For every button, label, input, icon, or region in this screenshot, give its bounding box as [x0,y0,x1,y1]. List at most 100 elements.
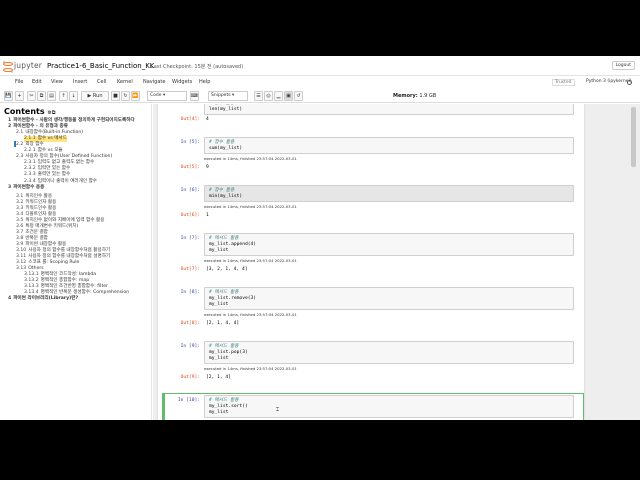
cell-output-prompt: Out[4]: [180,117,200,122]
toc-item-label: 스코프 룰: Scoping Rule [28,260,80,266]
toc-item-label: Others [28,266,44,272]
execution-time: executed in 14ms, finished 23:57:04 2022… [204,366,297,371]
cell-output: 4 [206,117,209,122]
toc-item-number: 3.13.4 [24,290,39,296]
toc-item-label: 파이썬 내장함수 활용 [25,241,67,247]
toc-item-label: 특정 매개변수 키워드(위치) [25,223,79,229]
add-cell-button[interactable]: + [15,91,24,101]
toc-item-label: 키워드인수 활용 [25,205,57,211]
toc-item-label: 파이썬 라이브러리(Library)란? [13,296,79,302]
toc-item-number: 2.1 [16,130,24,136]
toc-item-number: 3.13.1 [24,272,39,278]
menu-cell[interactable]: Cell [97,79,106,85]
menu-edit[interactable]: Edit [32,79,42,85]
code-line: my_list [209,356,229,361]
menu-view[interactable]: View [51,79,63,85]
toc-item-label: 명백적인 코드작성: lambda [40,272,97,278]
code-line: sum(my_list) [209,146,243,151]
toc-item-number: 3.8 [16,235,24,241]
toc-item-number: 2.3 [16,154,24,160]
menu-file[interactable]: File [15,79,23,85]
chart-icon[interactable]: ▁ [274,91,283,101]
toc-item-label: 디폴트인자 활용 [25,211,57,217]
toc-item-number: 3.2 [16,199,24,205]
menu-navigate[interactable]: Navigate [143,79,165,85]
code-cell-editor[interactable]: # 메서드 활용 my_list.sort() my_list [204,395,574,418]
toc-item-number: 3.12 [16,260,27,266]
cell-input-prompt: In [9]: [180,344,200,349]
toc-title: Contents ⚙⧉ [4,107,55,116]
cell-output-prompt: Out[9]: [180,375,200,380]
text-cursor-icon: ⌶ [276,407,280,413]
restart-run-icon[interactable]: ⏩ [131,91,140,101]
trusted-badge[interactable]: Trusted [552,79,575,86]
jupyter-logo-text[interactable]: jupyter [14,61,42,70]
logout-button[interactable]: Logout [611,61,635,70]
toc-item-label: 입력도 없고 출력도 없는 함수 [37,160,95,166]
code-cell-editor[interactable]: # 함수 활용 min(my_list) [204,185,574,202]
scrollbar-thumb[interactable] [631,107,636,167]
toc-item-label: 키워드인자 활용 [25,199,57,205]
toc-item[interactable]: 4 파이썬 라이브러리(Library)란? [8,296,78,302]
cell-output-prompt: Out[8]: [180,321,200,326]
move-up-icon[interactable]: ↑ [59,91,68,101]
code-cell-editor[interactable]: # 함수 활용 sum(my_list) [204,137,574,154]
copy-icon[interactable]: ⧉ [37,91,46,101]
toc-item-number: 3.7 [16,229,24,235]
cell-output: 1 [206,213,209,218]
toc-sidebar: Contents ⚙⧉ 1 파이썬함수 - 사람의 생각/행동을 정의하게 구현되… [0,104,152,420]
save-button[interactable]: 💾 [4,91,13,101]
toc-item-number: 2.3.2 [24,166,36,172]
paste-icon[interactable]: ▤ [47,91,56,101]
cell-type-select[interactable]: Code ▾ [147,91,187,101]
toc-item-number: 4 [8,296,12,302]
cut-icon[interactable]: ✂ [27,91,36,101]
toc-item-number: 3.9 [16,241,24,247]
toc-item-number: 2 [8,124,12,130]
menu-kernel[interactable]: Kernel [117,79,133,85]
toc-icon[interactable]: ☰ [254,91,263,101]
code-cell-editor[interactable]: # 메서드 활용 my_list.remove(3) my_list [204,287,574,310]
execution-time: executed in 14ms, finished 23:57:04 2022… [204,312,297,317]
kernel-name[interactable]: Python 3 (ipykernel) [586,79,631,84]
toc-item-label: 위치인수 없이와 지배이에 입력 함수 활용 [25,217,105,223]
toc-item-number: 2.3.4 [24,178,36,184]
checkpoint-status: Last Checkpoint: 15분 전 (autosaved) [151,64,244,70]
snippets-select[interactable]: Snippets ▾ [208,91,248,101]
keyboard-icon[interactable]: ⌨ [190,91,199,101]
notebook-page: # 함수 활용len(my_list) Out[4]: 4 In [5]: # 함수 활… [158,104,584,420]
history-icon[interactable]: ↺ [294,91,303,101]
run-button[interactable]: ▶ Run [81,91,109,101]
toc-item-number: 3.11 [16,254,27,260]
header-bar: jupyter Practice1-6_Basic_Function_KK La… [0,56,640,76]
code-cell-editor[interactable]: # 메서드 활용 my_list.pop(3) my_list [204,341,574,364]
cell-input-prompt: In [7]: [180,236,200,241]
toc-item-label: 출력만 있는 함수 [37,172,71,178]
variable-inspector-icon[interactable]: ◎ [264,91,273,101]
cell-output: [2, 1, 4, 4] [206,321,240,326]
code-cell-editor[interactable]: # 메서드 활용 my_list.append(4) my_list [204,233,574,256]
toc-item-label: 입력만 있는 함수 [37,166,71,172]
restart-icon[interactable]: ↻ [121,91,130,101]
toc-item-label: 사용자 정의 함수(User Defined Function) [25,154,113,160]
toc-settings-icon[interactable]: ⚙⧉ [47,110,55,116]
interrupt-icon[interactable]: ■ [111,91,120,101]
toc-item-number: 3.1 [16,193,24,199]
menu-insert[interactable]: Insert [73,79,87,85]
code-cell-editor[interactable]: # 함수 활용len(my_list) [204,104,574,115]
toc-item-number: 3.10 [16,248,27,253]
snippets-value: Snippets [211,93,231,98]
notebook-title[interactable]: Practice1-6_Basic_Function_KK [47,62,154,70]
move-down-icon[interactable]: ↓ [69,91,78,101]
cell-output-prompt: Out[7]: [180,267,200,272]
code-line: len(my_list) [209,107,243,112]
toc-item-label: 사용자 정의 함수를 내장함수처럼 설명하기 [28,254,111,260]
toggle-icon[interactable]: ▣ [284,91,293,101]
menu-widgets[interactable]: Widgets [172,79,192,85]
toc-item-label: 파이썬함수 - 사람의 생각/행동을 정의하게 구현되어지도록하다 [13,118,135,123]
toc-item[interactable]: 3 파이썬함수 응용 [8,185,44,191]
menu-help[interactable]: Help [199,79,210,85]
toc-item-label: 내장함수(Built-in Function) [25,130,84,136]
toc-item-label: 입력이나 출력이 여러개인 함수 [37,178,98,184]
code-line: my_list [209,248,229,253]
